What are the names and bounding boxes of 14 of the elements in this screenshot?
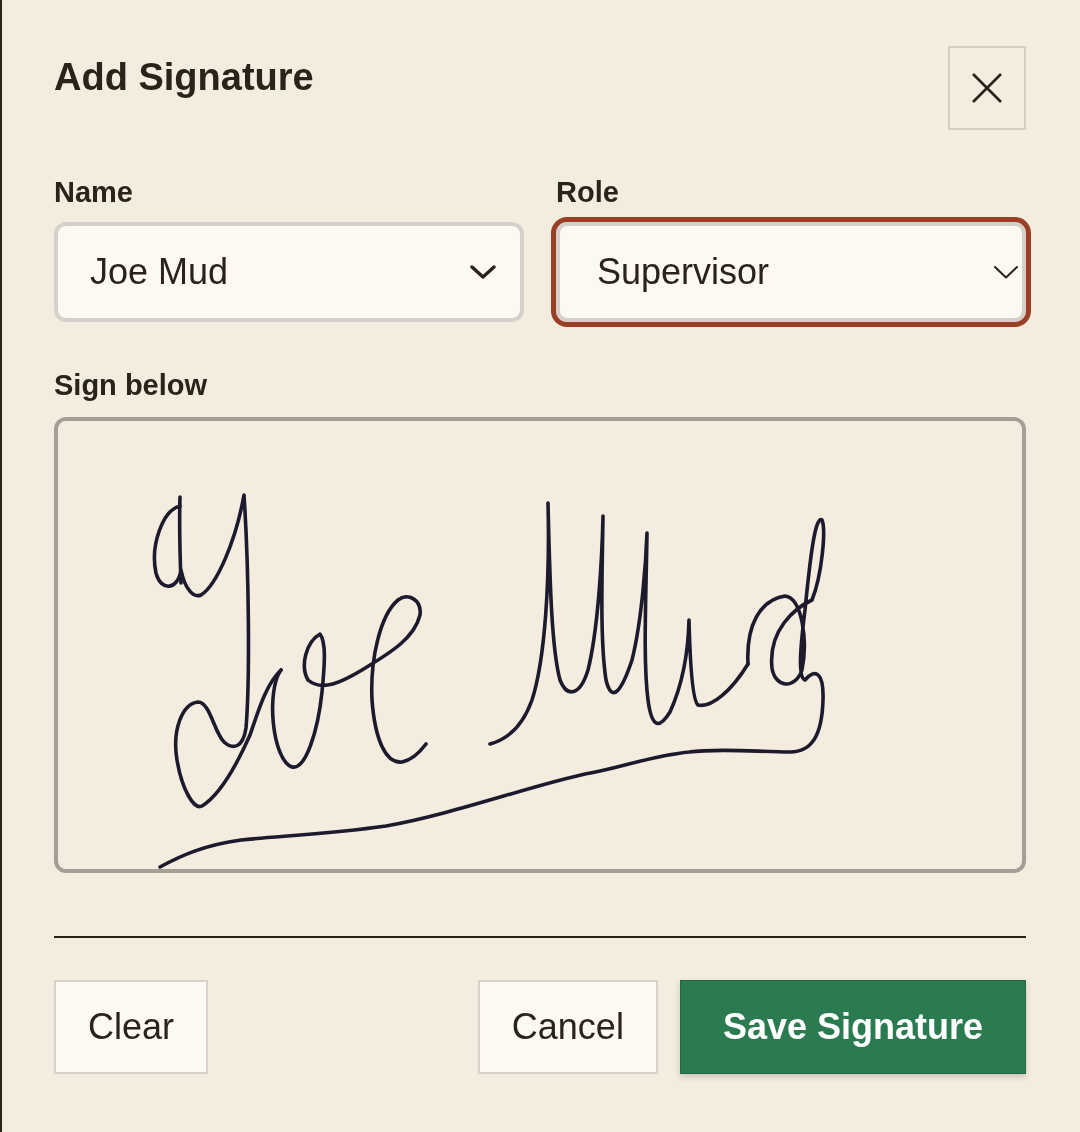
clear-button[interactable]: Clear (54, 980, 209, 1074)
dropdown-field[interactable]: Joe Mud (54, 222, 524, 322)
cancel-button[interactable]: Cancel (477, 980, 658, 1074)
field-label: Role (556, 175, 619, 209)
close-icon (971, 72, 1003, 104)
chevron-down-icon (470, 265, 496, 279)
chevron-down-icon (994, 265, 1018, 279)
save-button[interactable]: Save Signature (679, 980, 1026, 1074)
close-button[interactable] (948, 46, 1026, 130)
field-label: Sign below (54, 368, 208, 402)
field-label: Name (54, 175, 133, 209)
dialog-title: Add Signature (54, 55, 314, 100)
signature-pad[interactable] (54, 417, 1026, 873)
dropdown-field[interactable]: Supervisor (551, 217, 1031, 327)
